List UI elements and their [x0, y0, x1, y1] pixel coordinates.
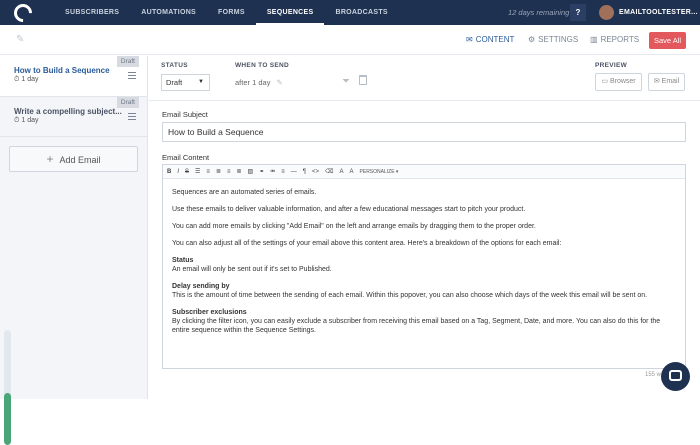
content-label: Email Content: [162, 153, 210, 162]
content-heading: Delay sending by: [172, 283, 230, 290]
subject-label: Email Subject: [162, 110, 208, 119]
bar-chart-icon: ▥: [590, 35, 598, 44]
preview-label: PREVIEW: [595, 62, 628, 69]
envelope-icon: ✉: [466, 35, 473, 44]
draft-badge: Draft: [116, 97, 139, 108]
nav-sequences[interactable]: SEQUENCES: [255, 0, 325, 25]
tab-content[interactable]: ✉ CONTENT: [466, 25, 514, 55]
content-paragraph: Use these emails to deliver valuable inf…: [172, 206, 526, 213]
pencil-icon: ✎: [276, 78, 283, 87]
email-list-sidebar: How to Build a Sequence ⏱ 1 day Draft Wr…: [0, 56, 148, 445]
sequence-toolbar: ✎ ✉ CONTENT ⚙ SETTINGS ▥ REPORTS Save All: [0, 25, 700, 55]
draft-badge: Draft: [116, 56, 139, 67]
chat-icon: [669, 370, 682, 381]
align-right-icon[interactable]: ≣: [236, 168, 241, 175]
gear-icon: ⚙: [528, 35, 536, 44]
editor-body[interactable]: Sequences are an automated series of ema…: [163, 179, 685, 335]
email-item-delay: ⏱ 1 day: [14, 76, 39, 83]
preview-browser-button[interactable]: ▭ Browser: [595, 73, 642, 91]
content-paragraph: You can add more emails by clicking "Add…: [172, 223, 536, 230]
browser-icon: ▭: [601, 78, 608, 85]
trash-icon[interactable]: [359, 75, 367, 85]
when-to-send-label: WHEN TO SEND: [235, 62, 290, 69]
align-center-icon[interactable]: ≡: [227, 169, 231, 175]
top-nav: SUBSCRIBERS AUTOMATIONS FORMS SEQUENCES …: [0, 0, 700, 26]
preview-email-button[interactable]: ✉ Email: [648, 73, 685, 91]
horizontal-rule-icon[interactable]: —: [291, 169, 297, 175]
account-menu[interactable]: EMAILTOOLTESTER...: [619, 0, 698, 25]
personalize-dropdown[interactable]: PERSONALIZE ▾: [360, 169, 399, 175]
drag-handle-icon[interactable]: [128, 113, 136, 122]
chat-support-button[interactable]: [661, 362, 690, 391]
image-icon[interactable]: ▨: [248, 168, 254, 175]
content-heading: Status: [172, 257, 194, 264]
content-paragraph: You can also adjust all of the settings …: [172, 240, 562, 247]
help-button[interactable]: ?: [570, 4, 586, 21]
email-item-delay: ⏱ 1 day: [14, 117, 39, 124]
email-settings-row: STATUS Draft ▼ WHEN TO SEND after 1 day …: [149, 56, 700, 101]
align-left-icon[interactable]: ≣: [216, 168, 221, 175]
clear-format-icon[interactable]: ⌫: [325, 168, 333, 175]
nav-automations[interactable]: AUTOMATIONS: [130, 0, 207, 25]
bold-icon[interactable]: B: [167, 169, 171, 175]
edit-title-pencil-icon[interactable]: ✎: [16, 34, 24, 45]
email-item-title: Write a compelling subject...: [14, 107, 122, 116]
bullet-list-icon[interactable]: ☰: [195, 168, 200, 175]
filter-icon[interactable]: ⏷: [342, 76, 350, 87]
nav-links: SUBSCRIBERS AUTOMATIONS FORMS SEQUENCES …: [54, 0, 399, 25]
progress-fill: [4, 393, 11, 445]
status-label: STATUS: [161, 62, 188, 69]
clock-icon: ⏱: [14, 117, 20, 124]
trial-remaining-text: 12 days remaining: [508, 8, 570, 17]
sidebar-email-item[interactable]: Write a compelling subject... ⏱ 1 day Dr…: [0, 97, 147, 137]
nav-forms[interactable]: FORMS: [207, 0, 256, 25]
convertkit-logo-icon[interactable]: [10, 0, 36, 26]
subject-input[interactable]: How to Build a Sequence: [162, 122, 686, 142]
delay-value[interactable]: after 1 day ✎: [235, 78, 283, 87]
email-content-editor[interactable]: B I S ☰ ≡ ≣ ≡ ≣ ▨ ⚭ ⚮ ≡ — ¶ <> ⌫ A A PER…: [162, 164, 686, 369]
numbered-list-icon[interactable]: ≡: [206, 169, 210, 175]
onboarding-progress-bar: [4, 330, 11, 445]
save-all-button[interactable]: Save All: [649, 32, 686, 49]
status-select[interactable]: Draft ▼: [161, 74, 210, 91]
envelope-icon: ✉: [653, 78, 660, 85]
drag-handle-icon[interactable]: [128, 72, 136, 81]
content-paragraph: Sequences are an automated series of ema…: [172, 189, 317, 196]
editor-toolbar: B I S ☰ ≡ ≣ ≡ ≣ ▨ ⚭ ⚮ ≡ — ¶ <> ⌫ A A PER…: [163, 165, 685, 179]
content-paragraph: By clicking the filter icon, you can eas…: [172, 318, 661, 334]
email-item-title: How to Build a Sequence: [14, 66, 110, 75]
text-align-icon[interactable]: ≡: [281, 169, 285, 175]
nav-broadcasts[interactable]: BROADCASTS: [324, 0, 398, 25]
tab-reports[interactable]: ▥ REPORTS: [590, 25, 639, 55]
tab-settings[interactable]: ⚙ SETTINGS: [528, 25, 578, 55]
strikethrough-icon[interactable]: S: [185, 169, 189, 175]
italic-icon[interactable]: I: [177, 169, 179, 175]
paragraph-icon[interactable]: ¶: [303, 169, 306, 175]
plus-icon: +: [46, 152, 54, 166]
text-color-icon[interactable]: A: [350, 169, 354, 175]
word-count: 155 w: [645, 372, 662, 378]
content-paragraph: An email will only be sent out if it's s…: [172, 266, 332, 273]
chevron-down-icon: ▼: [198, 79, 204, 85]
unlink-icon[interactable]: ⚮: [270, 168, 275, 175]
font-size-icon[interactable]: A: [340, 169, 344, 175]
avatar[interactable]: [599, 5, 614, 20]
clock-icon: ⏱: [14, 76, 20, 83]
content-paragraph: This is the amount of time between the s…: [172, 292, 648, 299]
add-email-button[interactable]: + Add Email: [9, 146, 138, 172]
link-icon[interactable]: ⚭: [259, 168, 264, 175]
nav-subscribers[interactable]: SUBSCRIBERS: [54, 0, 130, 25]
content-heading: Subscriber exclusions: [172, 309, 247, 316]
sidebar-email-item[interactable]: How to Build a Sequence ⏱ 1 day Draft: [0, 56, 147, 97]
code-icon[interactable]: <>: [312, 169, 319, 175]
